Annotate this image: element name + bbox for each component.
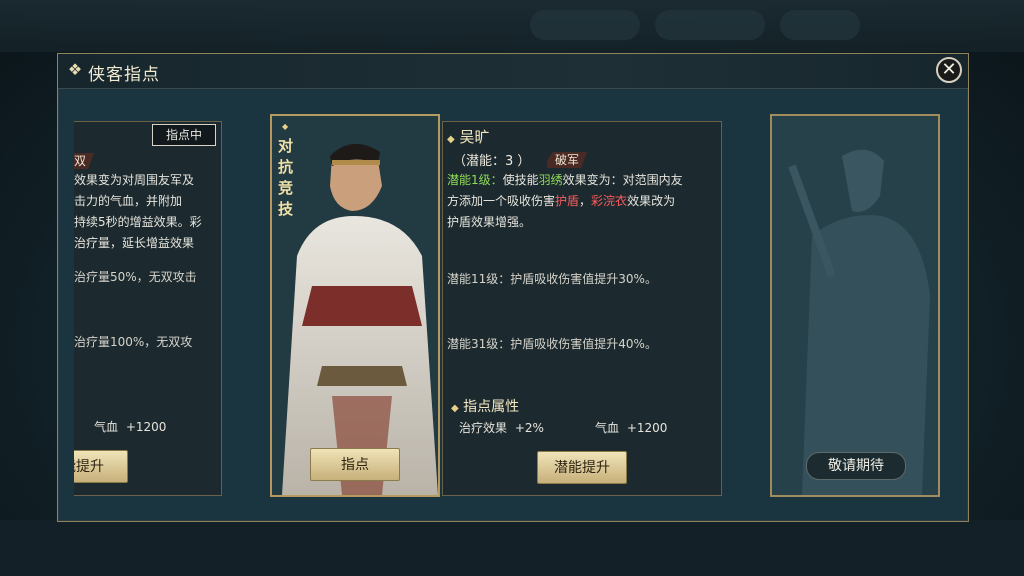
- diamond-icon: ◆: [447, 134, 455, 145]
- attr-row-heal: 治疗效果 +2%: [459, 418, 544, 439]
- locked-card: 敬请期待: [770, 114, 940, 497]
- desc-line: 效果变为对周围友军及: [74, 173, 195, 187]
- attr-value: +1200: [626, 421, 668, 435]
- lv31-description: 潜能31级：护盾吸收伤害值提升40%。: [447, 337, 657, 351]
- lv1-description: 潜能1级：使技能羽绣效果变为：对范围内友 方添加一个吸收伤害护盾，彩浣衣效果改为…: [447, 170, 719, 233]
- attr-value: +1200: [125, 420, 167, 434]
- desc-text: 护盾效果增强。: [447, 215, 532, 229]
- diamond-icon: ◆: [451, 403, 459, 414]
- background-currency-chip: [780, 10, 860, 40]
- skill-name: 彩浣衣: [591, 194, 628, 208]
- lv11-description: 潜能11级：护盾吸收伤害值提升30%。: [447, 272, 657, 286]
- left-attr-row: 气血 +1200: [94, 417, 166, 438]
- modal-header: ❖ 侠客指点 ✕: [58, 54, 968, 89]
- attr-row-hp: 气血 +1200: [595, 418, 667, 439]
- desc-line: 击力的气血，并附加: [74, 194, 183, 208]
- silhouette-figure: [788, 149, 930, 495]
- mentoring-status-badge: 指点中: [152, 124, 216, 146]
- desc-text: 效果改为: [627, 194, 676, 208]
- lv1-label: 潜能1级：: [447, 173, 503, 187]
- attr-label: 气血: [595, 421, 620, 435]
- attr-label: 气血: [94, 420, 119, 434]
- desc-text: ，: [579, 194, 592, 208]
- left-panel-description: 效果变为对周围友军及 击力的气血，并附加 持续5秒的增益效果。彩 治疗量，延长增…: [74, 170, 221, 254]
- desc-text: 方添加一个吸收伤害: [447, 194, 556, 208]
- hero-name: 吴旷: [459, 128, 490, 146]
- character-portrait: [282, 143, 438, 495]
- attr-label: 治疗效果: [459, 421, 508, 435]
- left-mentor-panel: 指点中 双 效果变为对周围友军及 击力的气血，并附加 持续5秒的增益效果。彩 治…: [74, 121, 222, 496]
- coming-soon-label: 敬请期待: [806, 452, 906, 480]
- background-bottom-bar: [0, 520, 1024, 576]
- shield-keyword: 护盾: [555, 194, 580, 208]
- diamond-knot-icon: ❖: [67, 60, 83, 79]
- close-button[interactable]: ✕: [936, 57, 962, 83]
- potential-upgrade-button[interactable]: 潜能提升: [537, 451, 627, 484]
- attr-title-text: 指点属性: [463, 399, 520, 415]
- detail-panel: ◆ 吴旷 （潜能：3 ） 破军 潜能1级：使技能羽绣效果变为：对范围内友 方添加…: [442, 121, 722, 496]
- mentor-button[interactable]: 指点: [310, 448, 400, 481]
- role-tag: 双: [74, 153, 94, 169]
- skill-name: 羽绣: [538, 173, 563, 187]
- attr-value: +2%: [514, 421, 544, 435]
- background-currency-chip: [530, 10, 640, 40]
- potential-level: （潜能：3 ）: [453, 154, 531, 169]
- background-currency-chip: [655, 10, 765, 40]
- modal-title: 侠客指点: [88, 65, 160, 85]
- attr-section-title: ◆ 指点属性: [451, 396, 519, 416]
- left-lv31-line: 治疗量100%，无双攻: [74, 335, 193, 349]
- background-top-bar: [0, 0, 1024, 52]
- desc-line: 治疗量，延长增益效果: [74, 236, 195, 250]
- desc-line: 持续5秒的增益效果。彩: [74, 215, 202, 229]
- left-lv11-line: 治疗量50%，无双攻击: [74, 270, 197, 284]
- hero-name-row: ◆ 吴旷: [447, 126, 490, 147]
- desc-text: 效果变为：对范围内友: [562, 173, 683, 187]
- character-card[interactable]: ◆ 对 抗 竞 技 指点: [270, 114, 440, 497]
- mentor-modal: ❖ 侠客指点 ✕ 指点中 双 效果变为对周围友军及 击力的气血，并附加 持续5秒…: [57, 53, 969, 522]
- desc-text: 使技能: [502, 173, 539, 187]
- role-tag: 破军: [547, 152, 587, 168]
- left-upgrade-button[interactable]: 能提升: [74, 450, 128, 483]
